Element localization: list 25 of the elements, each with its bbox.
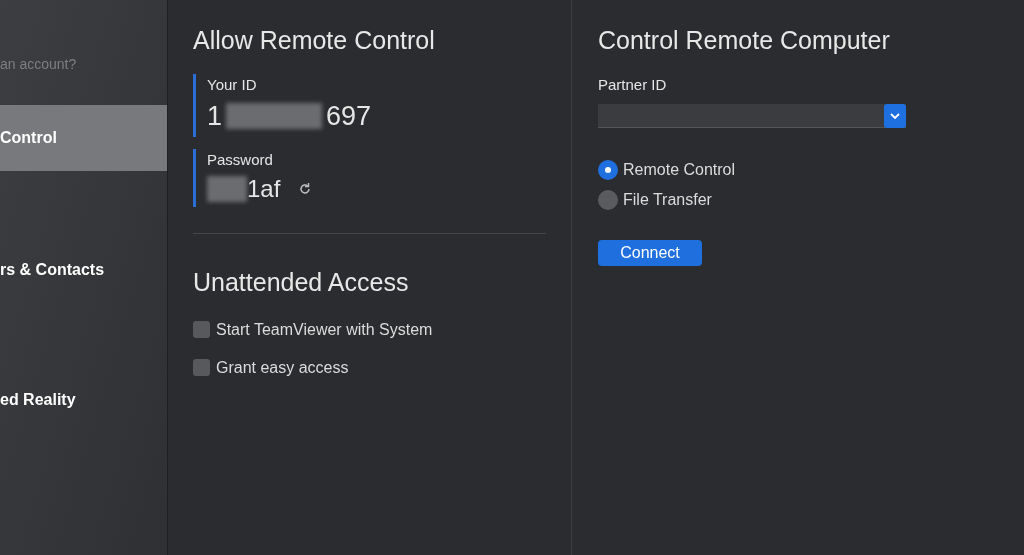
section-title: Control Remote Computer [598, 25, 890, 56]
sidebar-item[interactable]: ed Reality [0, 385, 167, 415]
radio-button[interactable] [598, 160, 618, 180]
radio-button[interactable] [598, 190, 618, 210]
redaction-block [207, 176, 247, 202]
connect-button[interactable]: Connect [598, 240, 702, 266]
section-title: Unattended Access [193, 267, 409, 298]
refresh-icon[interactable] [298, 182, 313, 196]
field-label: Password [207, 149, 273, 170]
section-title: Allow Remote Control [193, 25, 435, 56]
radio-label[interactable]: File Transfer [623, 188, 712, 212]
checkbox[interactable] [193, 321, 210, 338]
id-text: 697 [326, 100, 372, 133]
id-text: 1 [207, 100, 223, 133]
checkbox[interactable] [193, 359, 210, 376]
radio-label[interactable]: Remote Control [623, 158, 736, 182]
partner-id-combobox[interactable] [598, 104, 906, 128]
sidebar-item[interactable]: rs & Contacts [0, 255, 167, 285]
sidebar-item[interactable]: Control [0, 105, 167, 171]
field-label: Partner ID [598, 74, 667, 95]
checkbox-label[interactable]: Grant easy access [216, 355, 349, 380]
password-text: 1af [247, 174, 281, 204]
field-label: Your ID [207, 74, 257, 95]
chevron-down-icon[interactable] [884, 104, 906, 128]
checkbox-label[interactable]: Start TeamViewer with System [216, 317, 433, 342]
